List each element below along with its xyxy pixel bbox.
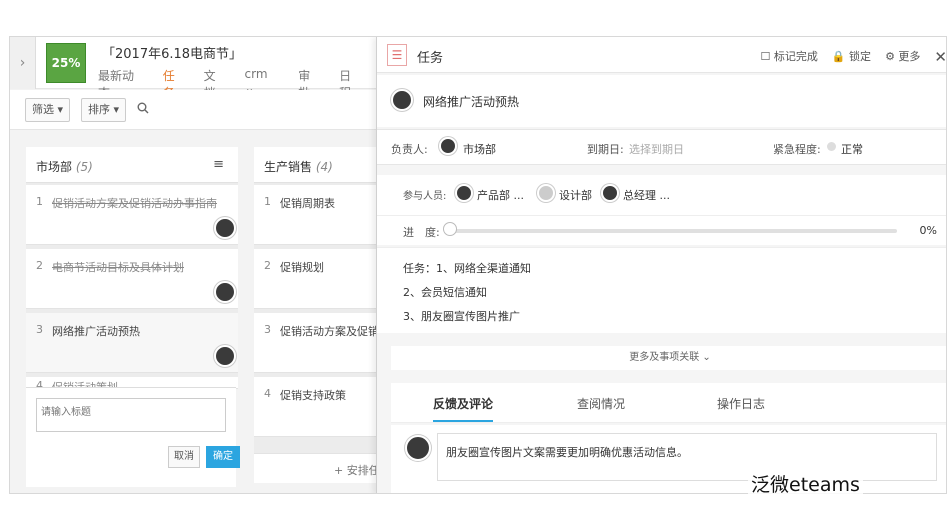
- column-title: 市场部: [36, 160, 73, 174]
- task-title-row: 网络推广活动预热: [377, 75, 946, 127]
- participant[interactable]: 产品部 ...: [477, 187, 524, 203]
- avatar: [601, 184, 619, 202]
- quick-add-form: 取消 确定: [26, 387, 240, 487]
- avatar: [405, 435, 431, 461]
- task-title-input[interactable]: [36, 398, 226, 432]
- comment-area: 朋友圈宣传图片文案需要更加明确优惠活动信息。: [391, 425, 946, 493]
- task-card[interactable]: 2 电商节活动目标及具体计划: [26, 249, 238, 309]
- progress-label: 进 度:: [403, 226, 440, 239]
- description-line: 2、会员短信通知: [403, 286, 487, 299]
- participant[interactable]: 总经理 ...: [623, 187, 670, 203]
- progress-row: 进 度: 0%: [377, 215, 946, 245]
- task-card[interactable]: 1 促销周期表: [254, 185, 380, 245]
- tab-log[interactable]: 操作日志: [717, 395, 765, 412]
- avatar: [214, 345, 236, 367]
- close-icon[interactable]: ✕: [934, 48, 946, 66]
- urgency-label: 紧急程度:: [773, 143, 821, 156]
- task-title: 网络推广活动预热: [52, 325, 140, 338]
- owner-value[interactable]: 市场部: [463, 141, 496, 157]
- tab-views[interactable]: 查阅情况: [577, 395, 625, 412]
- schedule-task-button[interactable]: + 安排任: [254, 453, 380, 483]
- column-header: 生产销售 (4): [254, 147, 380, 183]
- panel-actions: ☐ 标记完成 🔒 锁定 ⚙ 更多 ✕: [761, 48, 947, 66]
- due-date-input[interactable]: 选择到期日: [629, 141, 684, 157]
- detail-tabs: 反馈及评论 查阅情况 操作日志: [391, 383, 946, 423]
- task-title: 促销支持政策: [280, 389, 346, 402]
- avatar: [455, 184, 473, 202]
- task-icon: ☰: [387, 44, 407, 66]
- cancel-button[interactable]: 取消: [168, 446, 200, 468]
- task-card[interactable]: 2 促销规划: [254, 249, 380, 309]
- progress-value: 0%: [919, 224, 937, 237]
- confirm-button[interactable]: 确定: [206, 446, 240, 468]
- column-count: (4): [315, 160, 333, 174]
- task-detail-panel: ☰ 任务 ☐ 标记完成 🔒 锁定 ⚙ 更多 ✕ 网络推广活动预热 负责人: 市场…: [376, 37, 947, 493]
- due-label: 到期日:: [587, 143, 624, 156]
- owner-label: 负责人:: [391, 143, 428, 156]
- participants-row: 参与人员: 产品部 ... 设计部 总经理 ...: [377, 175, 946, 215]
- app-window: › 25% 「2017年6.18电商节」 最新动态 任务 文档 crm ⌄ 审批…: [9, 36, 947, 494]
- progress-track: [447, 229, 897, 233]
- progress-badge: 25%: [46, 43, 86, 83]
- watermark: 泛微eteams: [748, 470, 863, 497]
- task-card[interactable]: 1 促销活动方案及促销活动办事指南: [26, 185, 238, 245]
- task-toolbar: 筛选 ▾ 排序 ▾: [10, 90, 380, 130]
- sort-button[interactable]: 排序 ▾: [81, 98, 127, 122]
- task-title: 电商节活动目标及具体计划: [52, 261, 184, 274]
- column-title: 生产销售: [264, 160, 313, 174]
- task-title: 促销活动方案及促销活动办事指南: [52, 197, 217, 210]
- task-title: 促销活动方案及促销: [280, 325, 379, 338]
- mark-complete-button[interactable]: ☐ 标记完成: [761, 48, 818, 66]
- task-title: 促销周期表: [280, 197, 335, 210]
- avatar: [439, 137, 457, 155]
- urgency-dot-icon: [827, 142, 836, 151]
- urgency-value[interactable]: 正常: [841, 141, 863, 157]
- panel-header: ☰ 任务 ☐ 标记完成 🔒 锁定 ⚙ 更多 ✕: [377, 37, 947, 73]
- project-header: › 25% 「2017年6.18电商节」 最新动态 任务 文档 crm ⌄ 审批…: [10, 37, 380, 107]
- project-title: 「2017年6.18电商节」: [102, 47, 243, 62]
- task-card[interactable]: 4 促销支持政策: [254, 377, 380, 437]
- avatar: [214, 217, 236, 239]
- task-description[interactable]: 任务：1、网络全渠道通知 2、会员短信通知 3、朋友圈宣传图片推广: [377, 247, 946, 333]
- panel-title: 任务: [417, 51, 444, 66]
- task-info-row: 负责人: 市场部 到期日: 选择到期日 紧急程度: 正常: [377, 129, 946, 165]
- more-button[interactable]: ⚙ 更多: [885, 48, 920, 66]
- participant[interactable]: 设计部: [559, 187, 592, 203]
- task-card[interactable]: 3 网络推广活动预热: [26, 313, 238, 373]
- search-icon[interactable]: [137, 102, 149, 118]
- participants-label: 参与人员:: [403, 191, 447, 202]
- column-header: 市场部 (5) ≡: [26, 147, 238, 183]
- description-line: 3、朋友圈宣传图片推广: [403, 310, 520, 323]
- column-count: (5): [75, 160, 93, 174]
- column-menu-icon[interactable]: ≡: [213, 157, 224, 172]
- description-line: 任务：1、网络全渠道通知: [403, 262, 531, 275]
- avatar: [214, 281, 236, 303]
- avatar: [391, 89, 413, 111]
- progress-slider-handle[interactable]: [443, 222, 457, 236]
- tab-feedback[interactable]: 反馈及评论: [433, 395, 494, 422]
- task-title: 促销规划: [280, 261, 324, 274]
- avatar: [537, 184, 555, 202]
- more-related-button[interactable]: 更多及事项关联 ⌄: [391, 346, 946, 370]
- task-name[interactable]: 网络推广活动预热: [423, 93, 519, 110]
- expand-arrow-icon[interactable]: ›: [10, 37, 36, 89]
- lock-button[interactable]: 🔒 锁定: [832, 48, 871, 66]
- filter-button[interactable]: 筛选 ▾: [25, 98, 71, 122]
- task-card[interactable]: 3 促销活动方案及促销: [254, 313, 380, 373]
